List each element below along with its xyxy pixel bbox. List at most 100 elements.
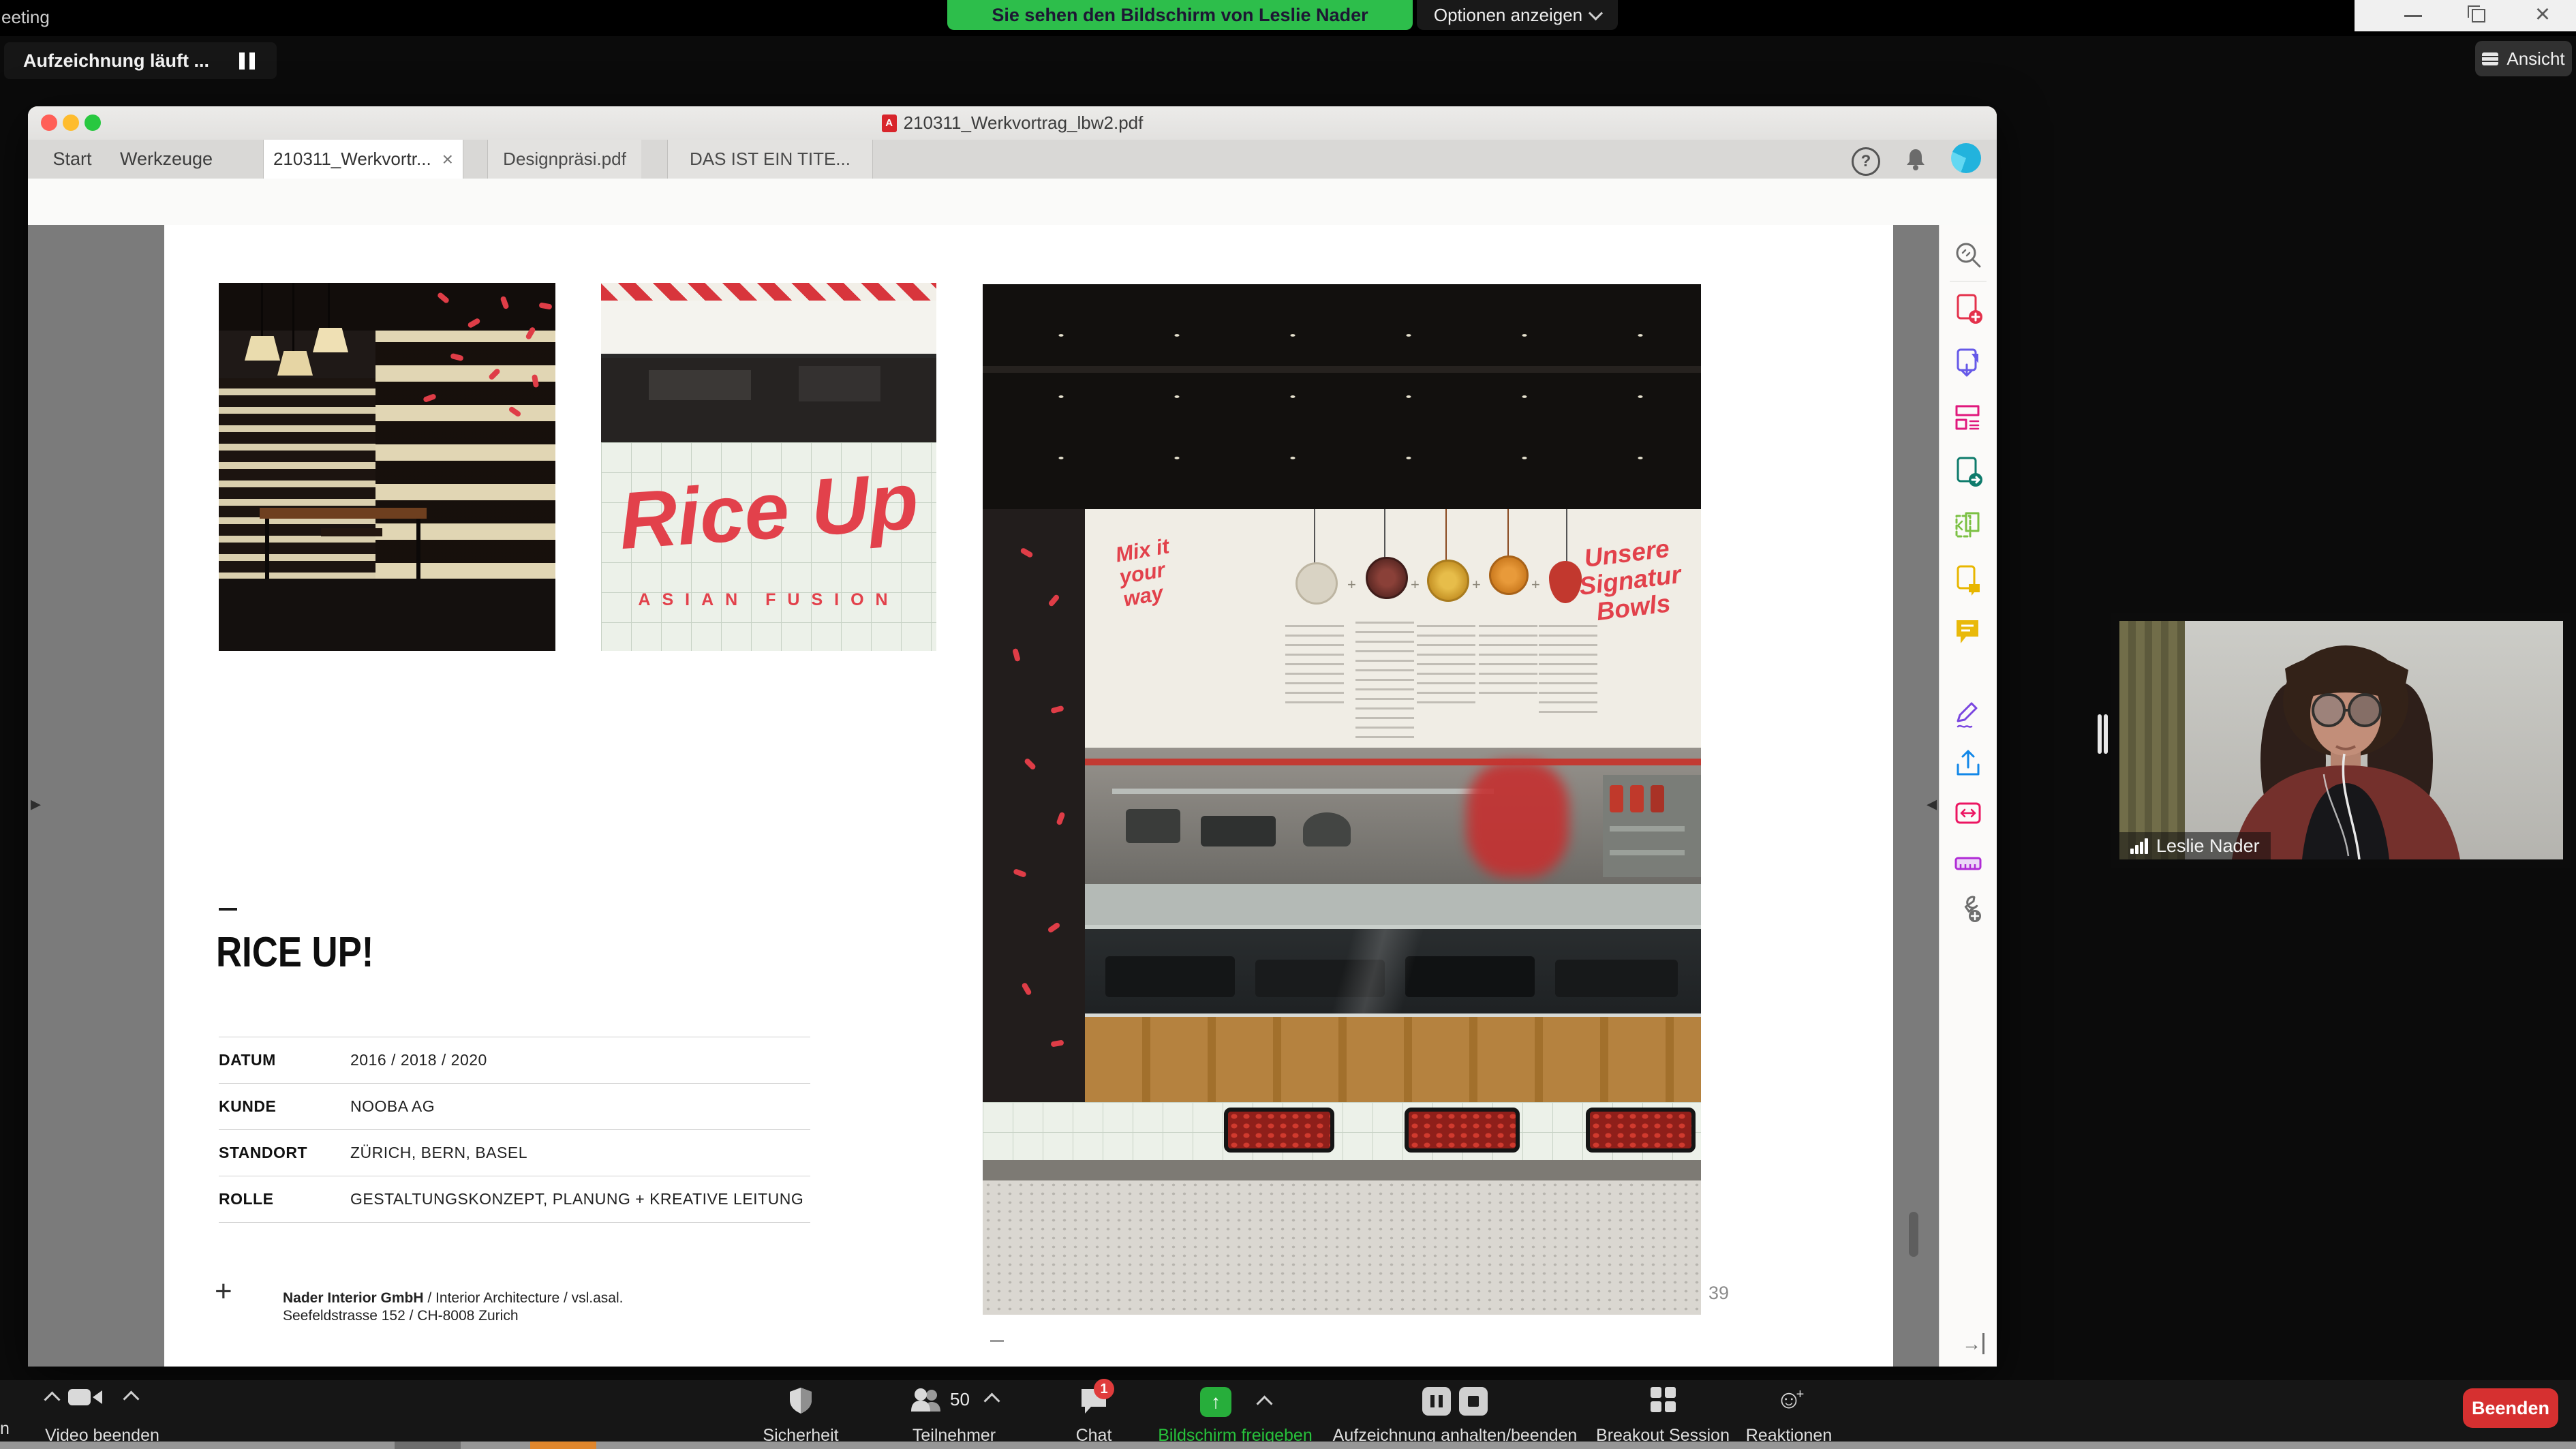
account-avatar[interactable] xyxy=(1951,143,1981,173)
more-tools-icon[interactable] xyxy=(1951,889,1985,925)
brand-tagline: ASIAN FUSION xyxy=(601,586,936,613)
mac-zoom-icon[interactable] xyxy=(85,115,101,131)
meeting-window-title: eeting xyxy=(1,7,50,28)
share-screen-icon: ↑ xyxy=(1200,1387,1231,1417)
caption-dash xyxy=(990,1340,1004,1342)
participant-video-feed: Leslie Nader xyxy=(2119,621,2563,859)
tab-label: 210311_Werkvortr... xyxy=(273,149,431,170)
tab-designpraesi[interactable]: Designpräsi.pdf xyxy=(487,140,641,179)
end-meeting-button[interactable]: Beenden xyxy=(2463,1388,2558,1428)
footer-text: Nader Interior GmbH / Interior Architect… xyxy=(283,1290,624,1325)
share-screen-button[interactable]: ↑ Bildschirm freigeben xyxy=(1155,1380,1315,1449)
table-row: DATUM 2016 / 2018 / 2020 xyxy=(219,1037,810,1083)
tab-document-active[interactable]: 210311_Werkvortr... × xyxy=(263,140,463,179)
screen-share-banner: Sie sehen den Bildschirm von Leslie Nade… xyxy=(947,0,1413,30)
expand-right-panel-icon[interactable]: ◂ xyxy=(1927,792,1937,816)
tab-close-icon[interactable]: × xyxy=(442,149,453,170)
close-icon[interactable]: × xyxy=(2528,0,2557,29)
menu-left-script: Mix it your way xyxy=(1114,530,1206,610)
search-zoom-icon[interactable] xyxy=(1951,237,1985,273)
mac-minimize-icon[interactable] xyxy=(63,115,79,131)
video-drag-handle2[interactable] xyxy=(2104,714,2108,754)
request-signatures-icon[interactable] xyxy=(1951,562,1985,598)
help-icon[interactable]: ? xyxy=(1852,147,1880,176)
stop-video-button[interactable]: Video beenden xyxy=(27,1380,177,1449)
slide-page-number: 39 xyxy=(1708,1283,1729,1304)
menu-werkzeuge[interactable]: Werkzeuge xyxy=(115,140,217,179)
pdf-window-title: 210311_Werkvortrag_lbw2.pdf xyxy=(904,112,1144,134)
reactions-button[interactable]: ☺+ Reaktionen xyxy=(1741,1380,1837,1449)
participants-chevron-icon xyxy=(983,1392,1000,1409)
row-label: DATUM xyxy=(219,1051,350,1083)
breakout-button[interactable]: Breakout Session xyxy=(1601,1380,1724,1449)
footer-plus: + xyxy=(215,1275,232,1309)
participant-person xyxy=(2119,621,2563,859)
pdf-titlebar[interactable]: A 210311_Werkvortrag_lbw2.pdf xyxy=(28,106,1997,140)
fill-sign-icon[interactable] xyxy=(1951,697,1985,732)
table-row: ROLLE GESTALTUNGSKONZEPT, PLANUNG + KREA… xyxy=(219,1176,810,1223)
taskbar-item-active xyxy=(530,1442,596,1449)
row-value: ZÜRICH, BERN, BASEL xyxy=(350,1144,527,1176)
row-value: NOOBA AG xyxy=(350,1097,435,1129)
organize-pages-icon[interactable] xyxy=(1951,508,1985,543)
participants-button[interactable]: 50 Teilnehmer xyxy=(896,1380,1012,1449)
options-button[interactable]: Optionen anzeigen xyxy=(1417,0,1618,30)
notifications-bell-icon[interactable] xyxy=(1902,146,1929,173)
pause-recording-icon[interactable] xyxy=(1422,1387,1451,1416)
vertical-scrollbar-thumb[interactable] xyxy=(1909,1212,1918,1257)
pause-icon2 xyxy=(249,52,255,70)
window-controls: × xyxy=(2355,0,2576,31)
combine-files-icon[interactable] xyxy=(1951,795,1985,831)
measure-icon[interactable] xyxy=(1951,846,1985,881)
pdf-page: Rice Up ASIAN FUSION xyxy=(164,225,1893,1367)
pendant-lamp-icon xyxy=(245,336,280,361)
video-options-chevron-icon xyxy=(123,1390,139,1407)
mute-label-partial[interactable]: n xyxy=(0,1419,10,1439)
recording-label: Aufzeichnung läuft ... xyxy=(23,50,209,72)
recording-controls[interactable]: Aufzeichnung anhalten/beenden xyxy=(1336,1380,1574,1449)
menu-board: Mix it your way Unsere Signatur Bowls xyxy=(1085,509,1701,748)
chili-tray xyxy=(1586,1108,1696,1153)
chat-badge: 1 xyxy=(1094,1379,1114,1399)
security-button[interactable]: Sicherheit xyxy=(753,1380,848,1449)
comment-icon[interactable] xyxy=(1951,615,1985,650)
table-row: KUNDE NOOBA AG xyxy=(219,1083,810,1129)
participant-name-tag: Leslie Nader xyxy=(2119,832,2271,859)
footer-address: Seefeldstrasse 152 / CH-8008 Zurich xyxy=(283,1307,624,1325)
camera-icon xyxy=(68,1387,102,1407)
participant-name: Leslie Nader xyxy=(2156,836,2260,857)
participant-video-window[interactable]: Leslie Nader xyxy=(2111,613,2571,868)
chevron-down-icon xyxy=(1589,5,1603,20)
view-button[interactable]: Ansicht xyxy=(2475,41,2572,76)
share-chevron-icon xyxy=(1256,1395,1272,1412)
edit-pdf-icon[interactable] xyxy=(1951,399,1985,435)
screen: eeting Sie sehen den Bildschirm von Lesl… xyxy=(0,0,2576,1449)
taskbar-edge xyxy=(0,1442,2576,1449)
video-drag-handle[interactable] xyxy=(2098,714,2102,754)
export-pdf-icon[interactable] xyxy=(1951,346,1985,381)
stop-recording-icon[interactable] xyxy=(1459,1387,1488,1416)
share-icon[interactable] xyxy=(1951,746,1985,781)
expand-left-panel-icon[interactable]: ▸ xyxy=(31,792,41,816)
chili-tray xyxy=(1405,1108,1520,1153)
pdf-window: A 210311_Werkvortrag_lbw2.pdf Start Werk… xyxy=(28,106,1997,1367)
pause-recording-button[interactable] xyxy=(239,52,255,70)
document-area: ▸ ◂ xyxy=(28,225,1939,1367)
collapse-toolbar-icon[interactable]: →​ xyxy=(1962,1333,1984,1355)
minimize-icon[interactable] xyxy=(2404,15,2422,17)
details-table: DATUM 2016 / 2018 / 2020 KUNDE NOOBA AG … xyxy=(219,1037,810,1223)
reactions-smiley-icon: ☺+ xyxy=(1776,1387,1803,1413)
share-pdf-icon[interactable] xyxy=(1951,454,1985,489)
menu-start[interactable]: Start xyxy=(42,140,103,179)
table-row: STANDORT ZÜRICH, BERN, BASEL xyxy=(219,1129,810,1176)
create-pdf-icon[interactable] xyxy=(1951,291,1985,326)
view-label: Ansicht xyxy=(2506,48,2564,70)
participants-icon xyxy=(910,1387,943,1412)
mac-close-icon[interactable] xyxy=(41,115,57,131)
pause-icon xyxy=(239,52,245,70)
tab-titel[interactable]: DAS IST EIN TITE... xyxy=(667,140,873,179)
row-label: ROLLE xyxy=(219,1190,350,1222)
view-grid-icon xyxy=(2482,52,2498,65)
chat-button[interactable]: 1 Chat xyxy=(1053,1380,1135,1449)
signal-bars-icon xyxy=(2130,838,2149,854)
